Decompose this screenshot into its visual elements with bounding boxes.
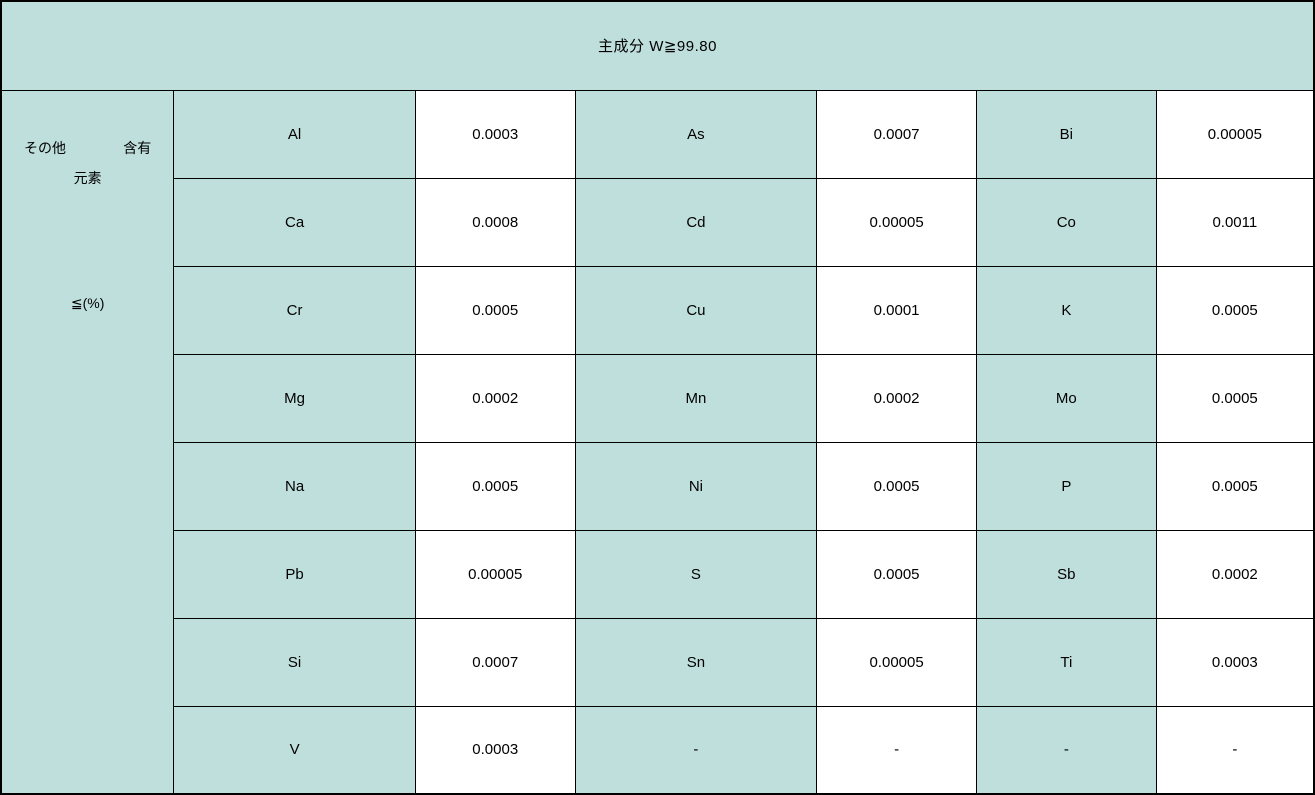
main-component-header: 主成分 W≧99.80 [1,1,1314,90]
element-symbol: Co [976,178,1156,266]
element-value: 0.00005 [817,178,977,266]
side-label-text-1a: その他 [24,133,66,164]
element-value: 0.0005 [1156,354,1314,442]
element-value: 0.0005 [415,442,575,530]
element-symbol: Mo [976,354,1156,442]
table-header-row: 主成分 W≧99.80 [1,1,1314,90]
table-row: ≦(%) Cr 0.0005 Cu 0.0001 K 0.0005 [1,266,1314,354]
table-row: Ca 0.0008 Cd 0.00005 Co 0.0011 [1,178,1314,266]
side-label-text-2: 元素 [22,163,153,194]
element-symbol: As [575,90,817,178]
element-value: 0.0007 [415,618,575,706]
element-symbol: V [174,706,416,794]
element-symbol: P [976,442,1156,530]
element-symbol: S [575,530,817,618]
element-symbol: - [575,706,817,794]
composition-table-container: 主成分 W≧99.80 その他 含有 元素 Al 0.0003 As 0.000… [0,0,1315,793]
element-symbol: Si [174,618,416,706]
element-symbol: Sn [575,618,817,706]
composition-table: 主成分 W≧99.80 その他 含有 元素 Al 0.0003 As 0.000… [0,0,1315,795]
element-value: 0.0005 [1156,266,1314,354]
table-row: V 0.0003 - - - - [1,706,1314,794]
element-value: 0.00005 [415,530,575,618]
element-symbol: Ni [575,442,817,530]
element-symbol: Cd [575,178,817,266]
side-label-upper: その他 含有 元素 [1,90,174,266]
element-symbol: Ti [976,618,1156,706]
element-value: 0.0003 [415,90,575,178]
element-value: 0.0005 [817,442,977,530]
element-symbol: Mg [174,354,416,442]
table-row: Pb 0.00005 S 0.0005 Sb 0.0002 [1,530,1314,618]
element-value: 0.0001 [817,266,977,354]
element-value: 0.0005 [415,266,575,354]
table-row: Na 0.0005 Ni 0.0005 P 0.0005 [1,442,1314,530]
element-symbol: Cu [575,266,817,354]
element-value: 0.0005 [1156,442,1314,530]
table-row: その他 含有 元素 Al 0.0003 As 0.0007 Bi 0.00005 [1,90,1314,178]
element-value: 0.0005 [817,530,977,618]
element-value: 0.00005 [1156,90,1314,178]
element-symbol: Cr [174,266,416,354]
element-symbol: Bi [976,90,1156,178]
element-value: 0.0002 [1156,530,1314,618]
side-label-text-1b: 含有 [123,133,151,164]
element-value: 0.0007 [817,90,977,178]
element-value: 0.0003 [1156,618,1314,706]
element-value: 0.0008 [415,178,575,266]
table-row: Mg 0.0002 Mn 0.0002 Mo 0.0005 [1,354,1314,442]
element-value: 0.0011 [1156,178,1314,266]
element-value: 0.0003 [415,706,575,794]
table-row: Si 0.0007 Sn 0.00005 Ti 0.0003 [1,618,1314,706]
element-symbol: - [976,706,1156,794]
element-value: 0.00005 [817,618,977,706]
element-symbol: Ca [174,178,416,266]
element-symbol: Sb [976,530,1156,618]
element-value: - [817,706,977,794]
side-label-text-3: ≦(%) [22,288,153,319]
element-symbol: Al [174,90,416,178]
element-value: 0.0002 [415,354,575,442]
element-symbol: Mn [575,354,817,442]
element-symbol: Na [174,442,416,530]
element-symbol: K [976,266,1156,354]
element-value: 0.0002 [817,354,977,442]
element-value: - [1156,706,1314,794]
element-symbol: Pb [174,530,416,618]
side-label-lower: ≦(%) [1,266,174,794]
